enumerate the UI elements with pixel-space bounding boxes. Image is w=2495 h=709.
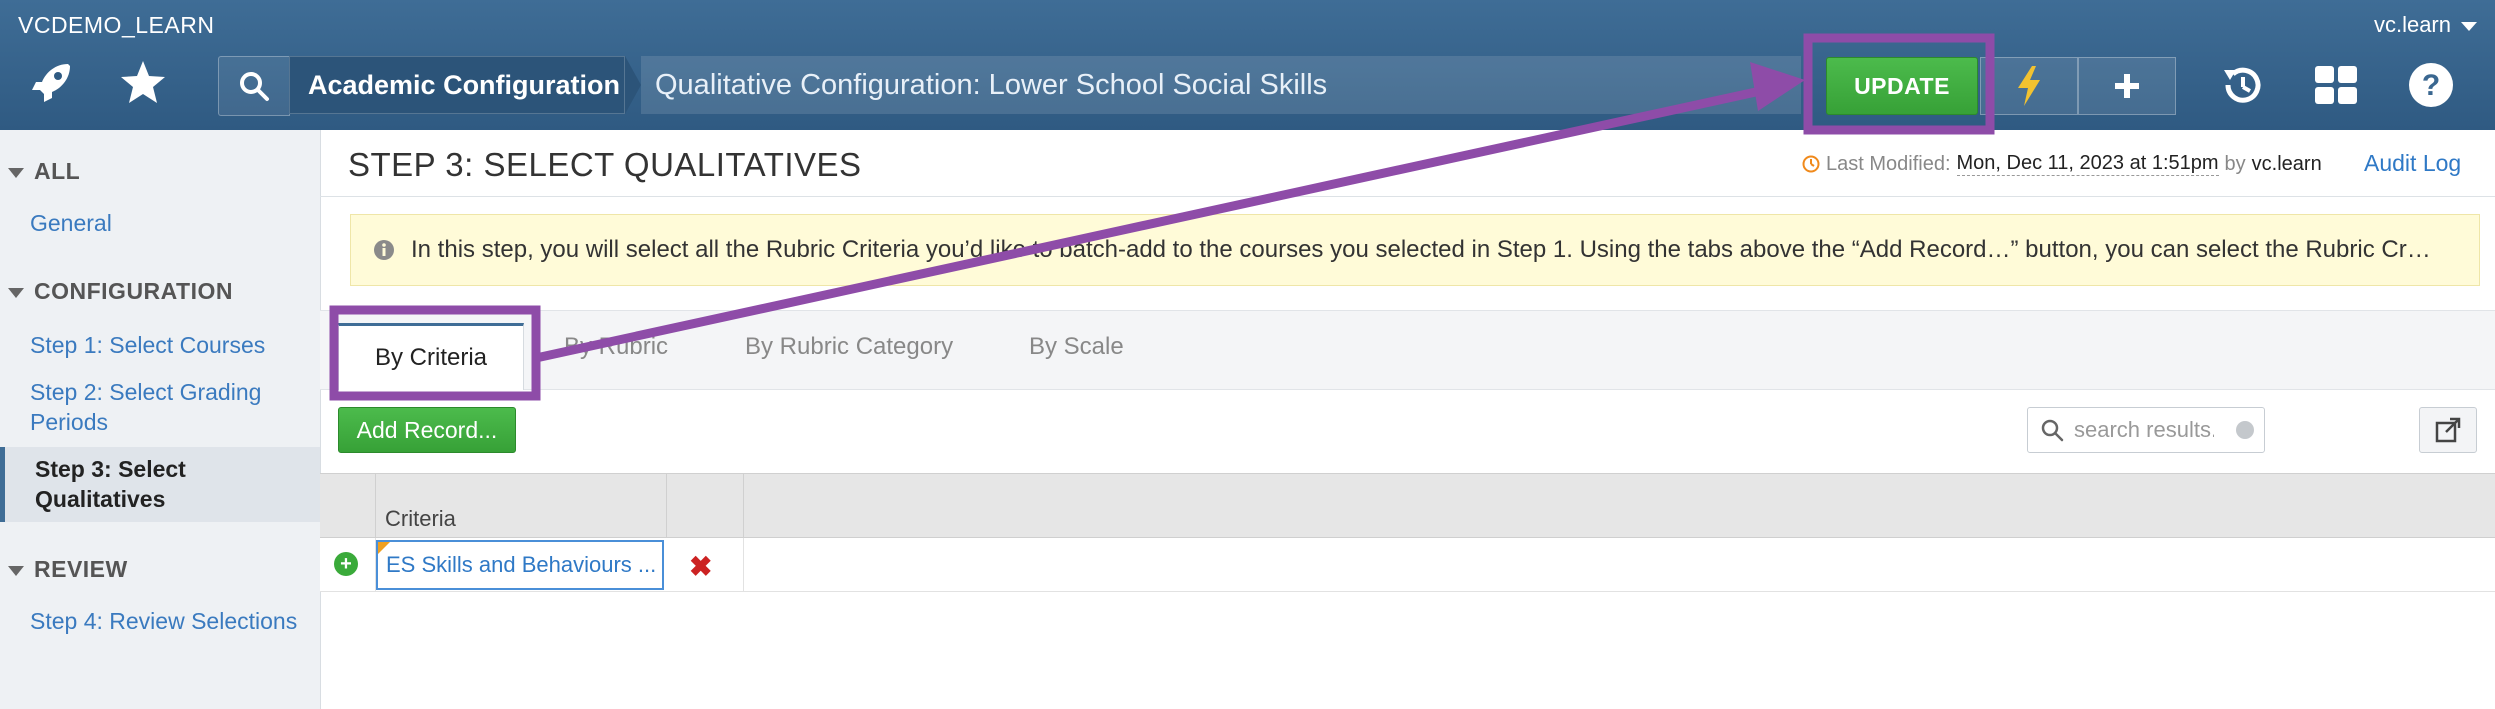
- add-button[interactable]: [2078, 57, 2176, 115]
- dashboard-grid-icon[interactable]: [2313, 62, 2359, 108]
- criteria-value: ES Skills and Behaviours ...: [386, 552, 657, 577]
- star-icon[interactable]: [118, 58, 168, 108]
- collapse-triangle-icon: [8, 287, 24, 298]
- top-bar: VCDEMO_LEARN vc.learn Academic Configura…: [0, 0, 2495, 130]
- clear-search-icon[interactable]: [2236, 421, 2254, 439]
- sidebar-section-configuration[interactable]: CONFIGURATION: [8, 278, 233, 305]
- divider: [320, 196, 2495, 197]
- svg-text:?: ?: [2422, 69, 2440, 102]
- sidebar: ALL General CONFIGURATION Step 1: Select…: [0, 130, 321, 709]
- table-row: + ES Skills and Behaviours ... ✖: [320, 538, 2495, 592]
- grid-header-cell: [667, 474, 744, 537]
- column-header-criteria[interactable]: Criteria: [385, 506, 456, 532]
- rocket-icon[interactable]: [28, 60, 74, 106]
- edit-flag-icon: [378, 542, 390, 554]
- add-row-icon[interactable]: +: [334, 552, 358, 576]
- update-button[interactable]: UPDATE: [1826, 57, 1978, 115]
- sidebar-section-all[interactable]: ALL: [8, 158, 80, 185]
- external-link-icon: [2435, 417, 2461, 443]
- caret-down-icon: [2461, 21, 2477, 31]
- last-modified: Last Modified: Mon, Dec 11, 2023 at 1:51…: [1802, 152, 2322, 176]
- tab-by-scale[interactable]: By Scale: [1029, 333, 1124, 361]
- tab-by-criteria[interactable]: By Criteria: [338, 323, 524, 390]
- quick-action-button[interactable]: [1980, 57, 2078, 115]
- delete-icon[interactable]: ✖: [689, 550, 712, 583]
- sidebar-item-step-4[interactable]: Step 4: Review Selections: [30, 606, 310, 636]
- info-icon: [374, 240, 394, 260]
- tab-by-rubric[interactable]: By Rubric: [564, 333, 668, 361]
- info-text: In this step, you will select all the Ru…: [411, 236, 2431, 263]
- history-icon[interactable]: [2218, 60, 2268, 110]
- breadcrumb-root[interactable]: Academic Configuration: [289, 56, 625, 114]
- clock-icon: [1802, 155, 1820, 173]
- audit-log-link[interactable]: Audit Log: [2364, 150, 2461, 177]
- breadcrumb-current: Qualitative Configuration: Lower School …: [641, 56, 1801, 114]
- info-banner: In this step, you will select all the Ru…: [350, 214, 2480, 286]
- help-icon[interactable]: ?: [2406, 60, 2456, 110]
- user-menu[interactable]: vc.learn: [2374, 12, 2477, 38]
- search-input[interactable]: [2072, 416, 2216, 444]
- tab-strip: By Criteria By Rubric By Rubric Category…: [320, 310, 2495, 390]
- sidebar-item-step-1[interactable]: Step 1: Select Courses: [30, 330, 310, 360]
- sidebar-item-general[interactable]: General: [30, 208, 310, 238]
- search-icon: [240, 72, 269, 101]
- popout-button[interactable]: [2419, 407, 2477, 453]
- search-button[interactable]: [218, 56, 290, 116]
- last-modified-label: Last Modified:: [1826, 152, 1951, 175]
- grid-header-cell: [320, 474, 376, 537]
- user-name: vc.learn: [2373, 12, 2451, 37]
- search-field: [2027, 407, 2265, 453]
- sidebar-section-review[interactable]: REVIEW: [8, 556, 128, 583]
- plus-icon: [2115, 74, 2139, 98]
- lightning-icon: [2018, 66, 2040, 106]
- page-title: STEP 3: SELECT QUALITATIVES: [348, 146, 862, 183]
- by-label: by: [2224, 152, 2246, 175]
- search-icon: [2041, 419, 2064, 442]
- add-record-button[interactable]: Add Record...: [338, 407, 516, 453]
- collapse-triangle-icon: [8, 565, 24, 576]
- modified-by: vc.learn: [2251, 152, 2322, 175]
- breadcrumb-separator: [625, 56, 641, 114]
- criteria-cell[interactable]: ES Skills and Behaviours ...: [376, 540, 664, 590]
- tab-by-rubric-category[interactable]: By Rubric Category: [745, 333, 953, 361]
- sidebar-item-step-3[interactable]: Step 3: Select Qualitatives: [0, 447, 320, 522]
- grid-header: Criteria: [320, 473, 2495, 538]
- app-name: VCDEMO_LEARN: [18, 12, 215, 38]
- last-modified-value: Mon, Dec 11, 2023 at 1:51pm: [1956, 152, 2219, 176]
- collapse-triangle-icon: [8, 167, 24, 178]
- sidebar-item-step-2[interactable]: Step 2: Select Grading Periods: [30, 377, 310, 437]
